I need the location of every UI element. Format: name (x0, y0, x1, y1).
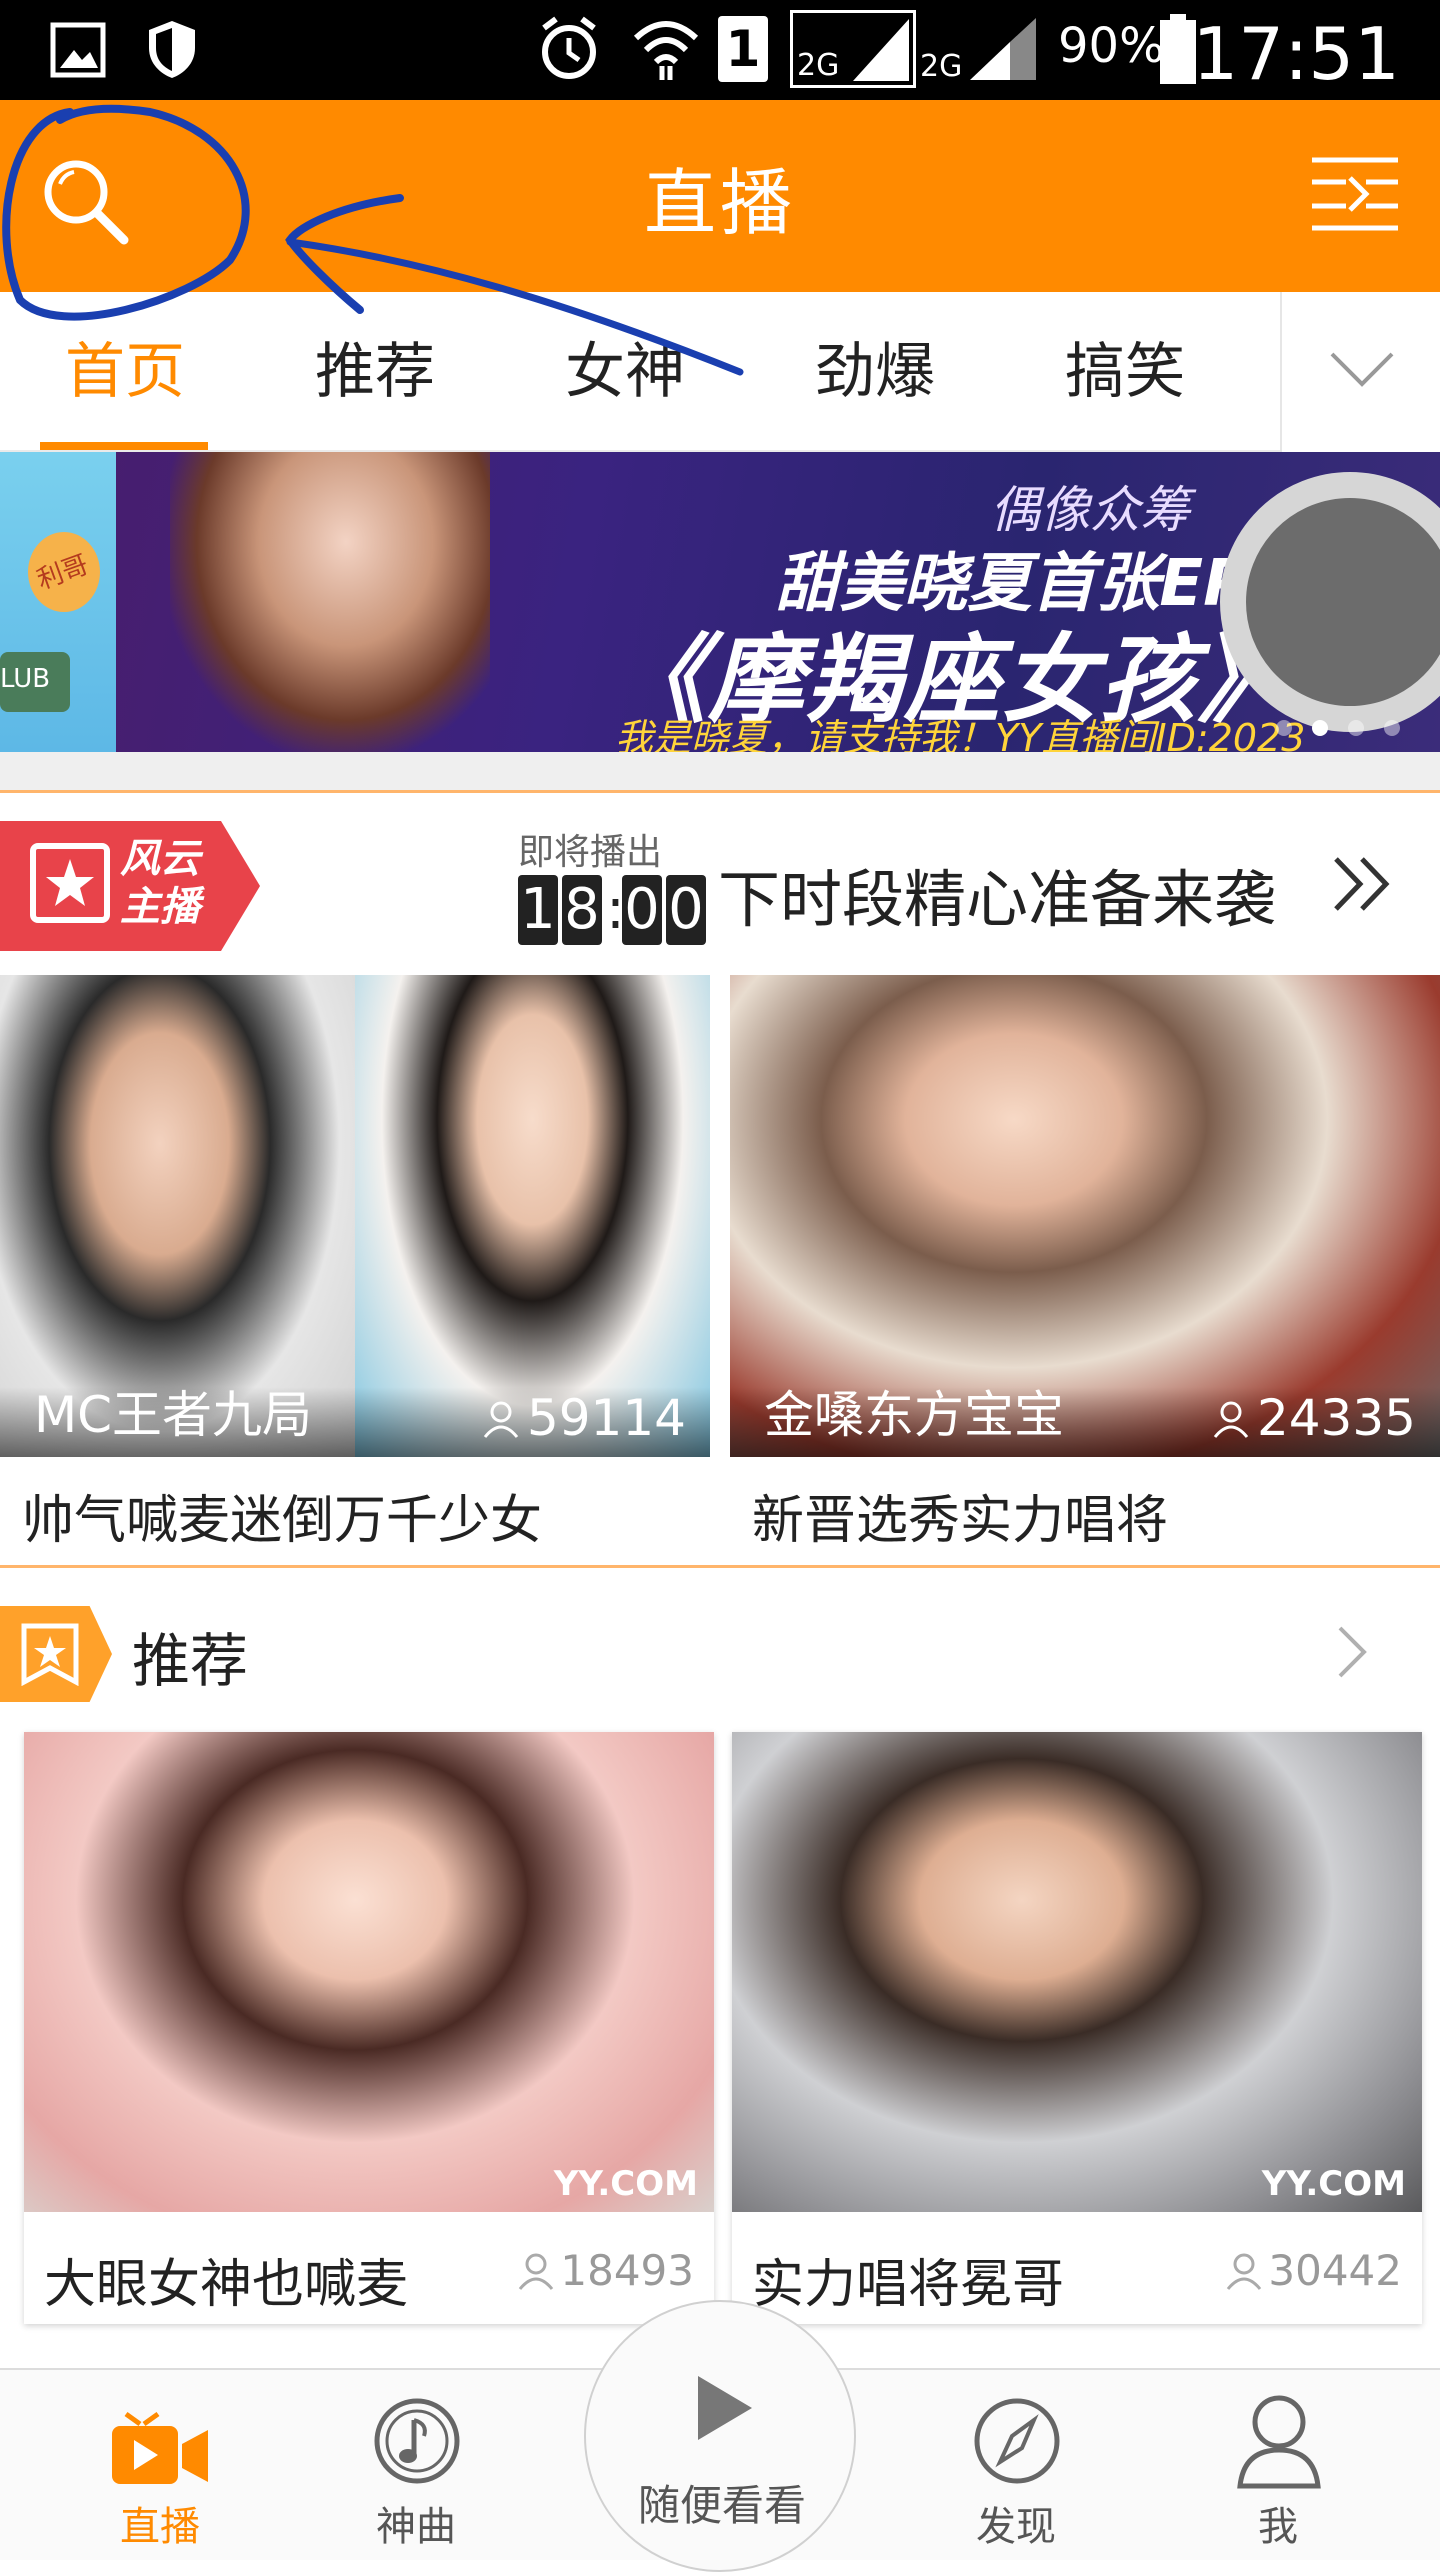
pagination-dot-active (1312, 720, 1328, 736)
pagination-dot (1348, 720, 1364, 736)
random-watch-label: 随便看看 (637, 2481, 806, 2530)
viewer-count: 59114 (481, 1389, 686, 1447)
recommend-title: 实力唱将冕哥 (752, 2255, 1065, 2315)
battery-percent: 90% (1058, 18, 1165, 74)
section-title: 推荐 (132, 1627, 249, 1695)
chevron-right-icon[interactable] (1336, 1624, 1370, 1680)
alarm-icon (542, 16, 596, 79)
play-icon (698, 2376, 752, 2440)
host-name: 金嗓东方宝宝 (764, 1386, 1064, 1444)
wifi-icon (633, 21, 699, 80)
viewer-count: 24335 (1211, 1389, 1416, 1447)
banner-host-photo (170, 452, 490, 752)
battery-icon (1160, 14, 1196, 84)
host-video-right (355, 975, 710, 1457)
signal-2: 2G (920, 10, 1036, 88)
recommend-card[interactable]: YY.COM 大眼女神也喊麦 18493 (24, 1732, 714, 2324)
tab-hot[interactable]: 劲爆 (760, 292, 990, 452)
nav-me[interactable]: 我 (1178, 2370, 1378, 2562)
star-frame-icon (30, 843, 110, 923)
tab-recommend[interactable]: 推荐 (260, 292, 490, 452)
tab-funny[interactable]: 搞笑 (1010, 292, 1240, 452)
viewers-icon (1213, 1401, 1249, 1438)
user-icon (1237, 2395, 1321, 2489)
section-divider (0, 752, 1440, 790)
network-2-label: 2G (920, 49, 963, 84)
signal-bars-icon (853, 19, 909, 81)
nav-discover[interactable]: 发现 (916, 2370, 1116, 2562)
host-name: MC王者九局 (34, 1386, 313, 1444)
tab-goddess[interactable]: 女神 (510, 292, 740, 452)
pagination-dot (1384, 720, 1400, 736)
viewer-count: 18493 (516, 2246, 694, 2295)
video-camera-icon (112, 2411, 208, 2484)
sim-label: 1 (725, 20, 761, 78)
nav-label: 发现 (976, 2504, 1056, 2550)
banner-pagination (1256, 720, 1400, 740)
random-watch-button[interactable]: 随便看看 (584, 2300, 856, 2572)
viewers-icon (1227, 2253, 1262, 2290)
viewers-icon (519, 2253, 554, 2290)
viewer-count: 30442 (1224, 2246, 1402, 2295)
time-digit: 0 (622, 875, 662, 945)
time-colon: : (606, 877, 625, 942)
page-title: 直播 (643, 161, 796, 245)
viewer-count-value: 30442 (1268, 2246, 1402, 2295)
viewers-icon (483, 1401, 519, 1438)
nav-label: 我 (1258, 2504, 1298, 2550)
tab-home[interactable]: 首页 (10, 292, 240, 452)
app-header: 直播 (0, 100, 1440, 292)
viewer-count-value: 24335 (1256, 1389, 1416, 1447)
nav-label: 神曲 (376, 2504, 456, 2550)
featured-badge: 风云 主播 (0, 821, 260, 951)
recommend-thumbnail: YY.COM (24, 1732, 714, 2212)
compass-icon (974, 2398, 1060, 2484)
recommend-card[interactable]: YY.COM 实力唱将冕哥 30442 (732, 1732, 1422, 2324)
recommend-thumbnail: YY.COM (732, 1732, 1422, 2212)
status-bar: 1 2G 2G 90% 17:51 (0, 0, 1440, 100)
sim-icon: 1 (718, 16, 768, 82)
viewer-count-value: 18493 (560, 2246, 694, 2295)
promo-banner[interactable]: 利哥 LUB 偶像众筹 甜美晓夏首张EP 《摩羯座女孩》 我是晓夏，请支持我！Y… (0, 452, 1440, 752)
clock: 17:51 (1192, 12, 1401, 96)
chevron-down-icon (1330, 352, 1394, 387)
signal-1: 2G (790, 10, 916, 88)
time-digit: 0 (666, 875, 706, 945)
banner-caption: 我是晓夏，请支持我！YY直播间ID:2023 (615, 716, 1306, 752)
expand-tabs-button[interactable] (1280, 292, 1440, 452)
pagination-dot (1276, 720, 1292, 736)
shield-icon (149, 21, 195, 78)
nav-songs[interactable]: 神曲 (316, 2370, 516, 2562)
recommend-badge (0, 1606, 112, 1702)
gallery-icon (50, 22, 106, 78)
list-icon[interactable] (1310, 156, 1400, 232)
network-1-label: 2G (797, 48, 840, 83)
featured-section-header[interactable]: 风云 主播 即将播出 1 8:0 0 下时段精心准备来袭 (0, 790, 1440, 970)
banner-side-text: LUB (0, 664, 51, 694)
time-digit: 1 (518, 875, 558, 945)
upcoming-label: 即将播出 (518, 832, 663, 873)
double-chevron-right-icon[interactable] (1332, 855, 1392, 913)
upcoming-time: 1 8:0 0 (518, 875, 710, 947)
featured-headline: 下时段精心准备来袭 (718, 863, 1277, 936)
live-card-thumbnail[interactable]: MC王者九局 59114 (0, 975, 710, 1457)
viewer-count-value: 59114 (526, 1389, 686, 1447)
live-card-thumbnail[interactable]: 金嗓东方宝宝 24335 (730, 975, 1440, 1457)
recommend-title: 大眼女神也喊麦 (44, 2255, 409, 2315)
music-note-icon (374, 2398, 460, 2484)
signal-bars-icon (970, 18, 1036, 80)
live-card-title[interactable]: 帅气喊麦迷倒万千少女 (22, 1478, 542, 1553)
banner-side-image: 利哥 LUB (0, 452, 116, 752)
watermark: YY.COM (1261, 2164, 1406, 2204)
live-card-title[interactable]: 新晋选秀实力唱将 (752, 1478, 1168, 1553)
time-digit: 8 (562, 875, 602, 945)
active-tab-indicator (40, 442, 208, 450)
recommend-section-header[interactable]: 推荐 (0, 1565, 1440, 1730)
nav-live[interactable]: 直播 (60, 2370, 260, 2562)
watermark: YY.COM (553, 2164, 698, 2204)
featured-badge-text: 风云 主播 (120, 836, 200, 930)
category-tabs: 首页 推荐 女神 劲爆 搞笑 (0, 292, 1440, 452)
nav-label: 直播 (120, 2504, 200, 2550)
star-tag-icon (21, 1623, 79, 1686)
